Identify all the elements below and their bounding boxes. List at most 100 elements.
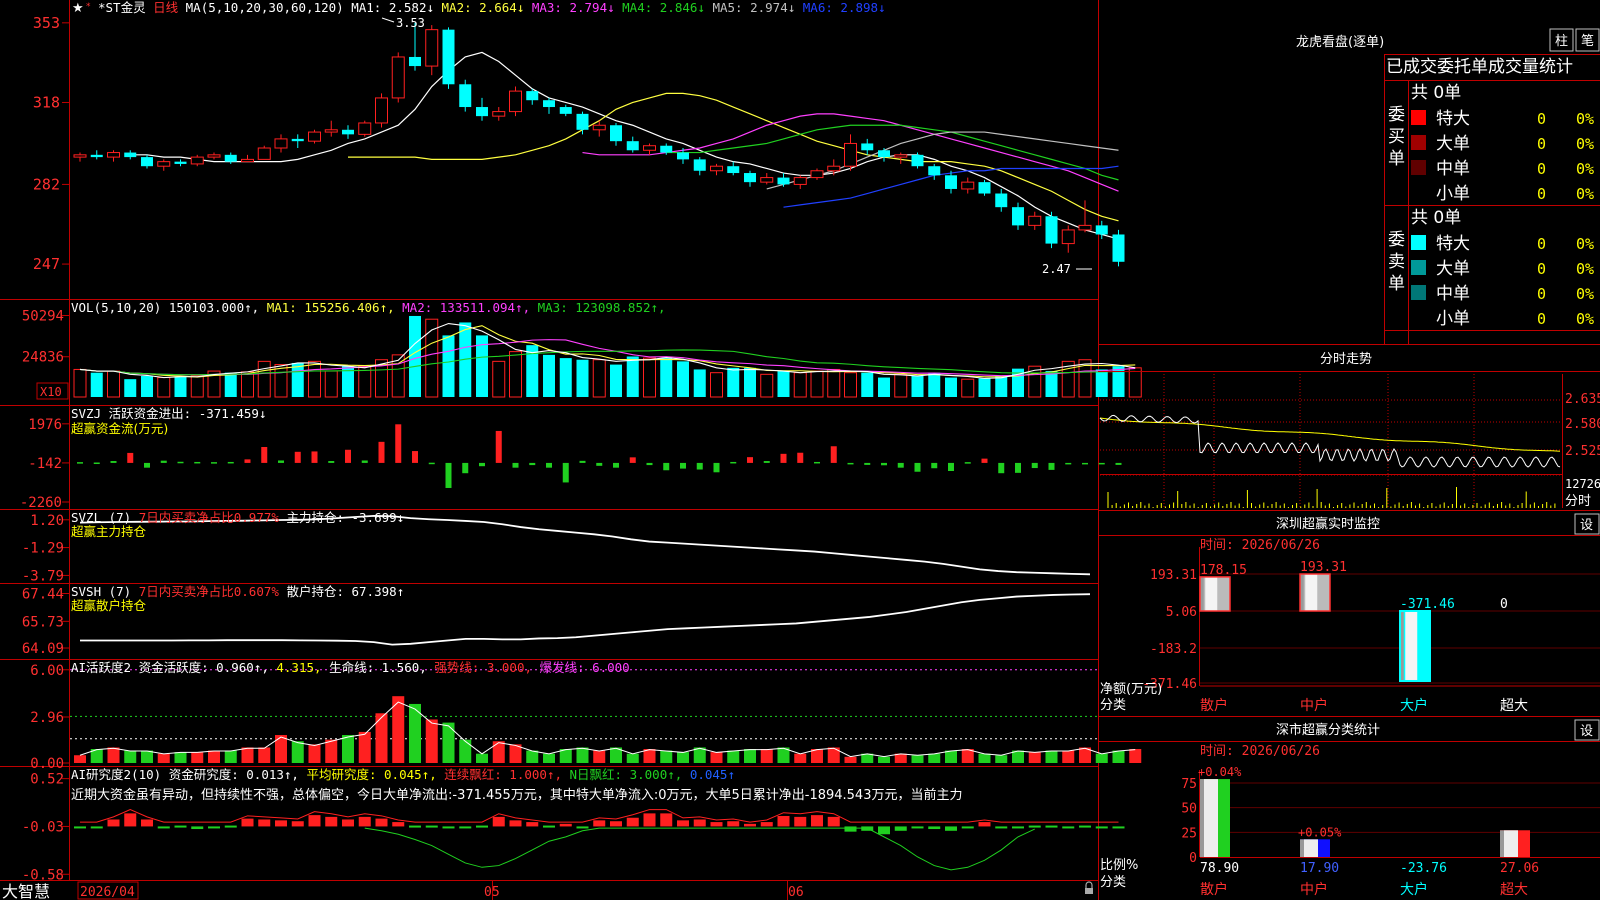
order-count: 0: [1537, 235, 1546, 253]
category-settings-button[interactable]: 设: [1574, 719, 1600, 741]
volume-bar: [760, 373, 774, 398]
header-item-2: 散户持仓: 67.398↑: [286, 584, 404, 599]
activity-bar: [760, 749, 773, 763]
realtime-bar-value: -371.46: [1400, 597, 1455, 612]
date-label-3: 06: [788, 885, 804, 900]
category-cat-3: 超大: [1500, 882, 1528, 898]
research-bar: [878, 826, 890, 835]
header-item-0: AI研究度2(10): [71, 767, 169, 782]
header-item-1: 日线: [153, 0, 186, 15]
main-header: ★ * *ST金灵 日线 MA(5,10,20,30,60,120) MA1: …: [72, 0, 893, 16]
fund-flow-bar: [328, 461, 335, 463]
fund-flow-bar: [546, 462, 552, 468]
candle: [157, 161, 171, 167]
activity-bar: [1095, 753, 1108, 763]
volume-bar: [324, 370, 338, 398]
bar-mode-button[interactable]: 柱: [1549, 28, 1574, 52]
realtime-settings-button[interactable]: 设: [1574, 513, 1600, 535]
research-bar: [241, 818, 254, 827]
realtime-cat-label: 分类: [1100, 698, 1126, 713]
category-bar-value: 78.90: [1200, 861, 1239, 876]
fund-flow-bar: [696, 462, 703, 470]
volume-bar: [90, 372, 103, 397]
fund-flow-bar: [948, 462, 954, 471]
volume-bar: [1128, 367, 1142, 398]
bar-highlight: [1405, 611, 1418, 681]
trading-screen[interactable]: 353 318 282 247 3.53 2.47 ★ * *ST金灵 日线 MA(5…: [0, 0, 1600, 900]
category-unit: 比例%: [1100, 858, 1138, 873]
research-bar: [325, 816, 338, 827]
side-label-char: 买: [1388, 127, 1405, 147]
star-icon[interactable]: ★: [72, 1, 84, 16]
candle: [476, 107, 488, 117]
price-label-1: 318: [33, 93, 60, 111]
fund-flow-bar: [512, 462, 519, 468]
date-label-2: 05: [484, 885, 500, 900]
volume-bar: [978, 378, 991, 397]
candle: [592, 124, 606, 131]
fund-flow-bar: [964, 462, 971, 464]
fund-flow-bar: [629, 457, 636, 463]
fund-flow-bar: [747, 457, 753, 463]
activity-bar: [74, 755, 86, 763]
research-bar: [258, 819, 271, 827]
order-percent: 0%: [1576, 110, 1594, 128]
volume-bar: [241, 371, 254, 398]
fund-flow-bar: [1015, 462, 1021, 473]
category-bar-value: 17.90: [1300, 861, 1339, 876]
volume-bar: [1045, 371, 1058, 397]
price-label-0: 353: [33, 14, 60, 32]
research-bar: [1012, 826, 1024, 829]
header-item-2: 主力持仓: -3.699↓: [286, 510, 404, 525]
bar-highlight: [1305, 574, 1318, 611]
candle: [73, 154, 87, 158]
activity-bar: [844, 756, 857, 763]
research-bar: [191, 826, 204, 830]
fund-flow-bar: [897, 462, 904, 468]
candle: [1095, 225, 1108, 235]
fund-flow-bar: [529, 462, 536, 466]
candle: [124, 152, 137, 158]
volume-bar: [559, 358, 572, 397]
fund-flow-bar: [127, 452, 134, 463]
activity-bar: [1045, 750, 1058, 763]
activity-bar: [710, 752, 723, 763]
tick-mode-button[interactable]: 笔: [1575, 28, 1600, 52]
research-bar: [760, 822, 773, 827]
volume-bar: [124, 379, 137, 397]
retail-label-1: 65.73: [22, 614, 64, 630]
intraday-vol-label: 分时: [1565, 494, 1591, 509]
volume-bar: [894, 373, 908, 398]
category-time: 时间: 2026/06/26: [1200, 744, 1320, 759]
realtime-time: 时间: 2026/06/26: [1200, 538, 1320, 553]
volume-bar: [610, 364, 622, 397]
activity-bar: [258, 747, 271, 763]
candle: [409, 56, 421, 67]
retail-label-2: 64.09: [22, 641, 64, 657]
volume-bar: [141, 375, 153, 397]
activity-label-0: 6.00: [30, 663, 64, 679]
realtime-bar-value: 193.31: [1300, 560, 1347, 575]
category-y-label-1: 50: [1181, 802, 1197, 817]
research-bar: [141, 819, 153, 827]
fund-flow-bar: [1048, 462, 1055, 470]
brand-label[interactable]: 大智慧: [2, 882, 50, 900]
category-cat-1: 中户: [1300, 881, 1328, 898]
candle: [945, 175, 957, 189]
fund-flow-bar: [211, 462, 217, 464]
fund-label-0: 1976: [28, 417, 62, 433]
realtime-cat-3: 超大: [1500, 698, 1528, 714]
volume-bar: [810, 370, 824, 398]
fund-flow-bar: [227, 461, 234, 464]
header-item-2: 平均研究度: 0.045↑,: [306, 767, 444, 782]
fund-flow-bar: [395, 424, 402, 463]
fund-flow-bar: [1098, 462, 1105, 465]
research-bar: [610, 821, 622, 827]
fund-flow-bar: [914, 462, 921, 472]
header-item-0: AI活跃度2: [71, 660, 139, 675]
order-count: 0: [1537, 110, 1546, 128]
activity-bar: [141, 750, 153, 763]
category-stats-title: 深市超赢分类统计: [1276, 722, 1380, 738]
fund-flow-bar: [797, 452, 804, 463]
volume-bar: [710, 372, 723, 398]
